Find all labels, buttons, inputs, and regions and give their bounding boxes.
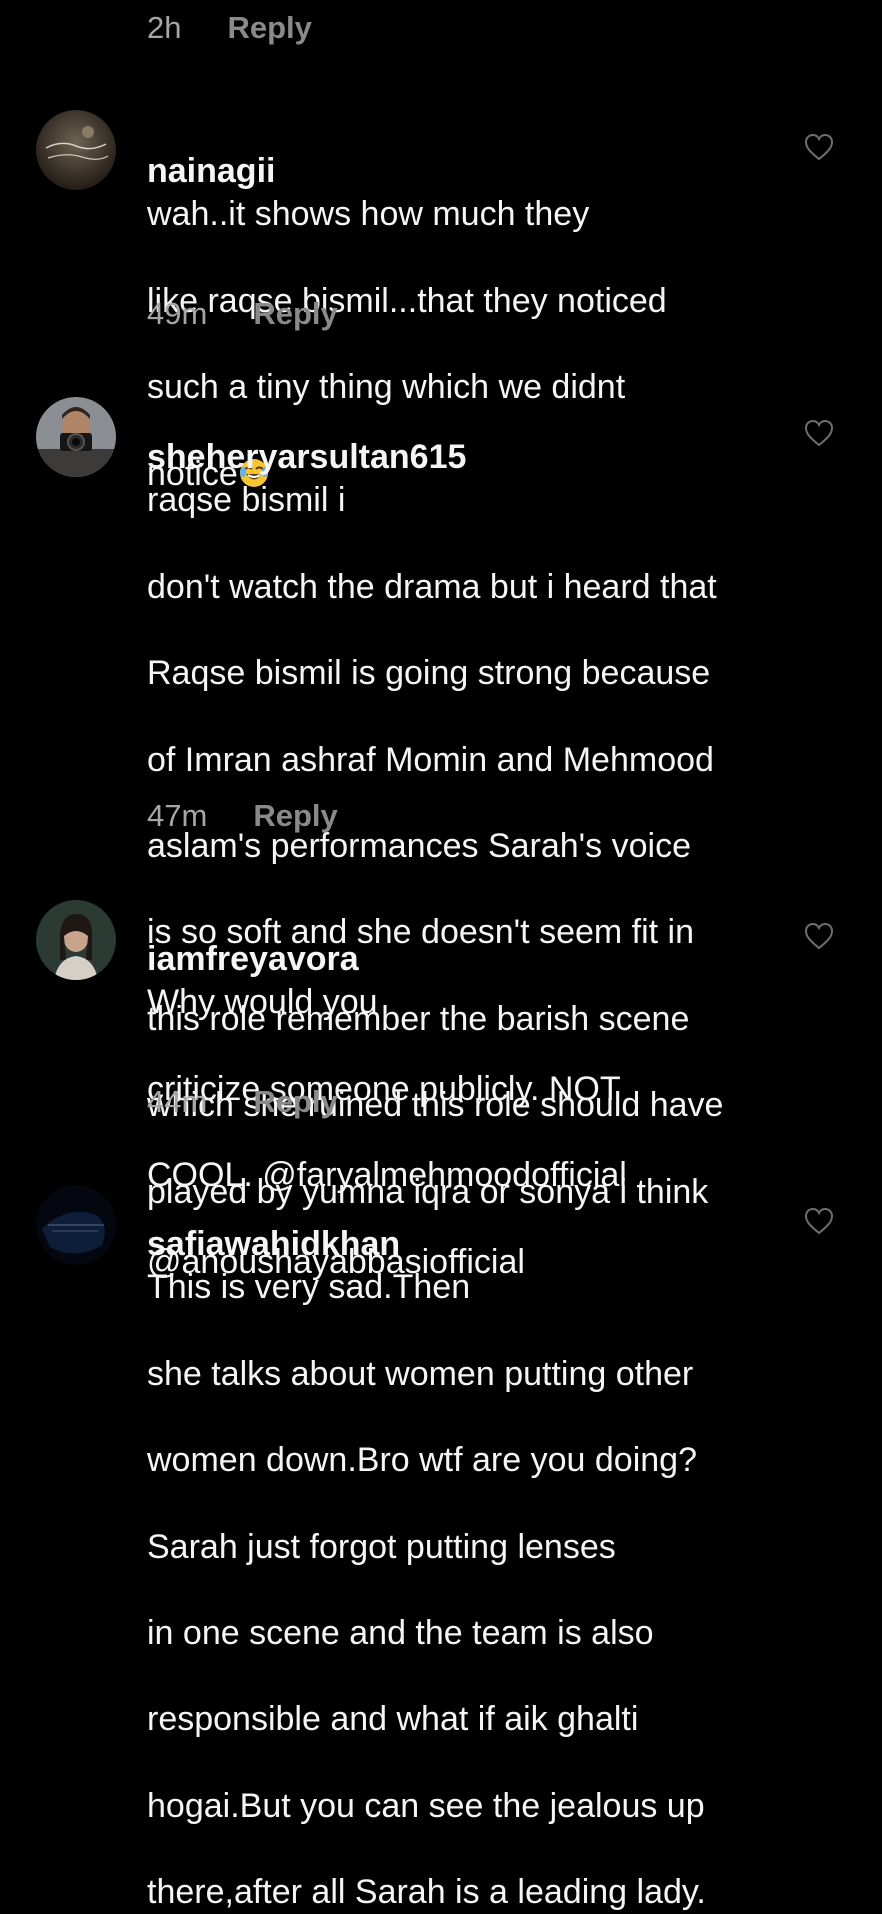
comment-username[interactable]: sheheryarsultan615: [147, 438, 466, 476]
comment-username[interactable]: iamfreyavora: [147, 940, 359, 978]
reply-button[interactable]: Reply: [227, 10, 311, 46]
comment-line: women down.Bro wtf are you doing?: [147, 1441, 697, 1480]
reply-button[interactable]: Reply: [253, 798, 337, 834]
comment-line: there,after all Sarah is a leading lady.: [147, 1873, 706, 1912]
comment-line: hogai.But you can see the jealous up: [147, 1786, 705, 1825]
comment-meta: 49m Reply: [147, 296, 338, 332]
avatar[interactable]: [36, 1185, 116, 1265]
comment-time: 2h: [147, 10, 182, 45]
comment-line: raqse bismil i: [147, 481, 346, 520]
reply-button[interactable]: Reply: [253, 1084, 337, 1120]
comment-meta: 47m Reply: [147, 798, 338, 834]
comment-line: don't watch the drama but i heard that: [147, 567, 717, 606]
reply-button[interactable]: Reply: [253, 296, 337, 332]
comment-line: wah..it shows how much they: [147, 195, 590, 234]
avatar[interactable]: [36, 110, 116, 190]
heart-outline-icon[interactable]: [804, 922, 834, 950]
avatar[interactable]: [36, 397, 116, 477]
comment-meta-top: 2h Reply: [147, 10, 312, 46]
comment-time: 47m: [147, 798, 208, 833]
comment-line: Sarah just forgot putting lenses: [147, 1527, 616, 1566]
comment-line: responsible and what if aik ghalti: [147, 1700, 639, 1739]
comment-time: 44m: [147, 1084, 208, 1119]
heart-outline-icon[interactable]: [804, 419, 834, 447]
avatar[interactable]: [36, 900, 116, 980]
comment-username[interactable]: nainagii: [147, 152, 275, 190]
comment-line: This is very sad.Then: [147, 1268, 471, 1307]
comment-line: Why would you: [147, 983, 378, 1022]
comment-line: Raqse bismil is going strong because: [147, 654, 711, 693]
comment-line: she talks about women putting other: [147, 1354, 694, 1393]
comment-username[interactable]: safiawahidkhan: [147, 1225, 400, 1263]
comment-line: of Imran ashraf Momin and Mehmood: [147, 740, 714, 779]
comment-time: 49m: [147, 296, 208, 331]
comment-meta: 44m Reply: [147, 1084, 338, 1120]
heart-outline-icon[interactable]: [804, 133, 834, 161]
comment-line: in one scene and the team is also: [147, 1614, 654, 1653]
comment-text: safiawahidkhan This is very sad.Then she…: [147, 1180, 787, 1914]
heart-outline-icon[interactable]: [804, 1207, 834, 1235]
